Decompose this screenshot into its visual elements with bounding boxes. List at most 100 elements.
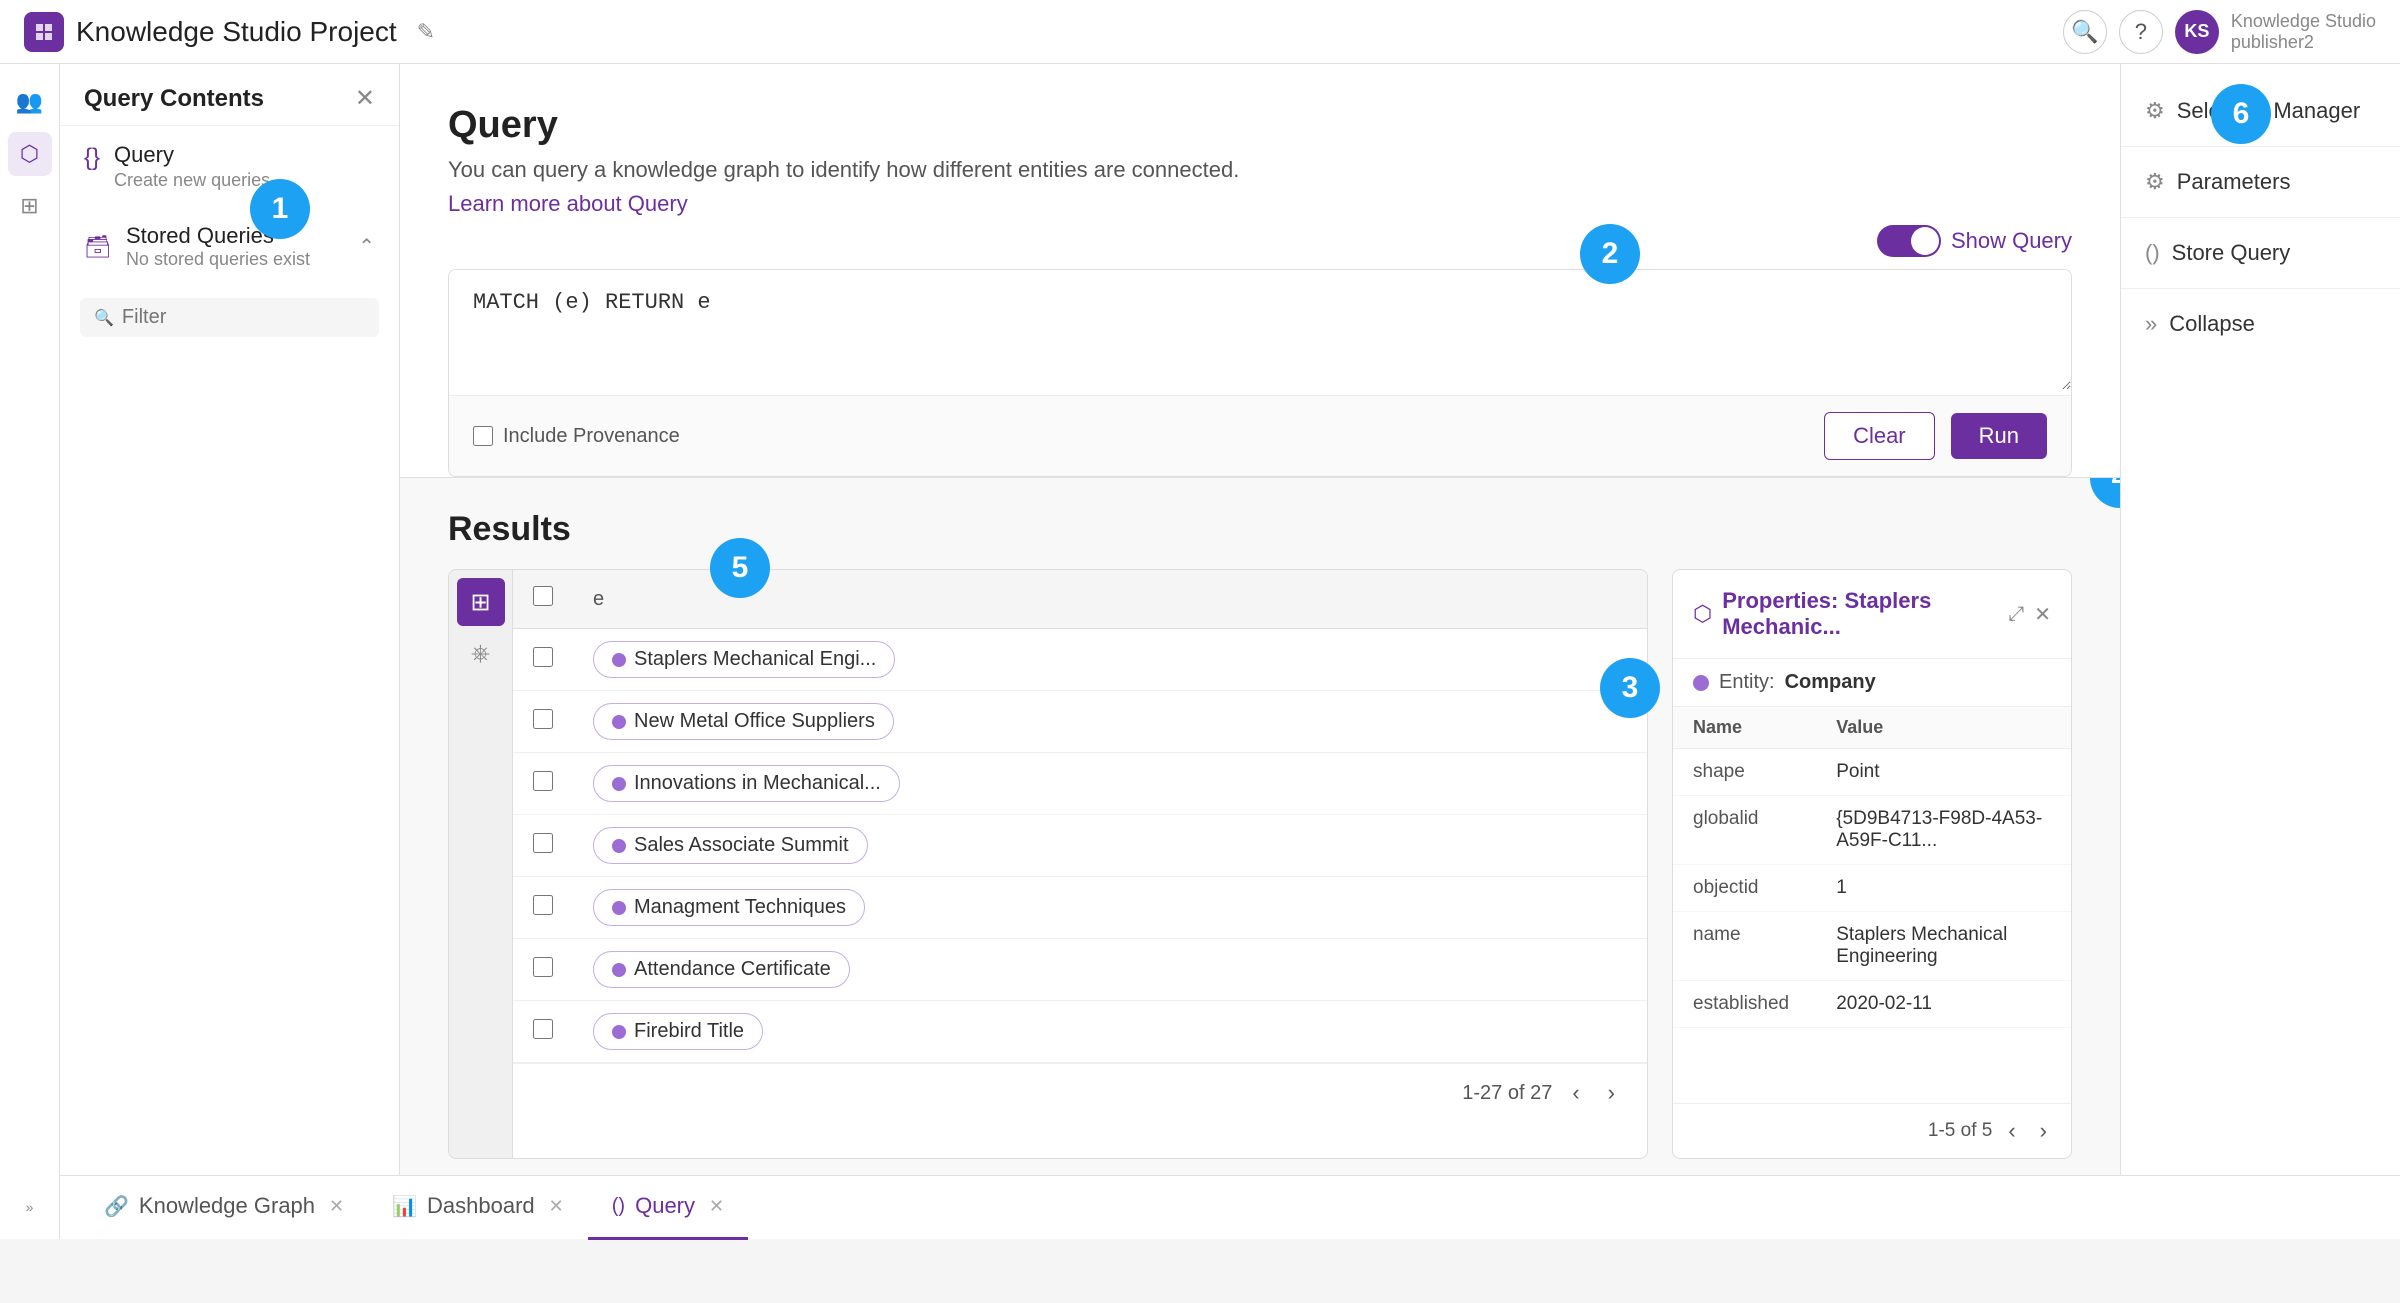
table-row[interactable]: Managment Techniques: [513, 877, 1647, 939]
stored-queries-sub: No stored queries exist: [126, 249, 344, 270]
row-checkbox[interactable]: [533, 895, 553, 915]
props-cell-name: established: [1693, 993, 1836, 1015]
store-query-icon: (): [2145, 240, 2160, 266]
props-cell-name: globalid: [1693, 808, 1836, 852]
props-next-page[interactable]: ›: [2032, 1114, 2055, 1148]
props-prev-page[interactable]: ‹: [2000, 1114, 2023, 1148]
sidebar-icon-users[interactable]: 👥: [8, 80, 52, 124]
row-checkbox[interactable]: [533, 957, 553, 977]
entity-chip-dot: [612, 777, 626, 791]
results-area: Results ⊞ ⎈ 5 3: [400, 478, 2120, 1239]
table-row[interactable]: Firebird Title: [513, 1001, 1647, 1063]
tab-query[interactable]: () Query ✕: [588, 1176, 748, 1240]
tab-knowledge-graph-close[interactable]: ✕: [329, 1196, 344, 1217]
tab-query-close[interactable]: ✕: [709, 1196, 724, 1217]
props-cell-value: Point: [1836, 761, 2051, 783]
props-col-value: Value: [1836, 717, 2051, 738]
props-table-header: Name Value: [1673, 707, 2071, 749]
filter-box: 🔍: [60, 286, 399, 349]
query-editor-wrap: MATCH (e) RETURN e Include Provenance Cl…: [448, 269, 2072, 477]
entity-chip[interactable]: Sales Associate Summit: [593, 827, 868, 864]
row-checkbox[interactable]: [533, 647, 553, 667]
table-row[interactable]: Staplers Mechanical Engi...: [513, 629, 1647, 691]
entity-chip-label: Innovations in Mechanical...: [634, 772, 881, 795]
expand-sidebar-btn[interactable]: »: [18, 1191, 42, 1223]
collapse-icon: »: [2145, 311, 2157, 337]
tab-dashboard[interactable]: 📊 Dashboard ✕: [368, 1176, 588, 1240]
right-item-selection-manager[interactable]: ⚙ Selection Manager: [2121, 80, 2400, 142]
props-row: name Staplers Mechanical Engineering: [1673, 912, 2071, 981]
app-logo: [24, 12, 64, 52]
sidebar-icon-layers[interactable]: ⬡: [8, 132, 52, 176]
query-learn-more-link[interactable]: Learn more about Query: [448, 191, 688, 216]
props-cell-value: 1: [1836, 877, 2051, 899]
stored-queries-header[interactable]: 🗃 Stored Queries No stored queries exist…: [60, 207, 399, 286]
parameters-icon: ⚙: [2145, 169, 2165, 195]
tab-dashboard-icon: 📊: [392, 1194, 417, 1219]
props-title: Properties: Staplers Mechanic...: [1722, 588, 1998, 640]
filter-input[interactable]: [122, 306, 387, 329]
table-row[interactable]: Attendance Certificate: [513, 939, 1647, 1001]
props-cell-name: shape: [1693, 761, 1836, 783]
props-close-button[interactable]: ✕: [2034, 602, 2051, 627]
entity-chip[interactable]: Firebird Title: [593, 1013, 763, 1050]
bottom-tabs: 🔗 Knowledge Graph ✕ 📊 Dashboard ✕ () Que…: [60, 1175, 2400, 1239]
query-editor[interactable]: MATCH (e) RETURN e: [449, 270, 2071, 390]
row-checkbox[interactable]: [533, 1019, 553, 1039]
table-row[interactable]: New Metal Office Suppliers: [513, 691, 1647, 753]
entity-chip[interactable]: Attendance Certificate: [593, 951, 850, 988]
props-cell-name: name: [1693, 924, 1836, 968]
row-checkbox[interactable]: [533, 771, 553, 791]
query-title: Query: [448, 104, 2072, 147]
table-row[interactable]: Innovations in Mechanical...: [513, 753, 1647, 815]
entity-chip-label: Staplers Mechanical Engi...: [634, 648, 876, 671]
edit-title-icon[interactable]: ✎: [417, 19, 435, 45]
props-cell-value: 2020-02-11: [1836, 993, 2051, 1015]
entity-chip[interactable]: New Metal Office Suppliers: [593, 703, 894, 740]
props-cell-value: {5D9B4713-F98D-4A53-A59F-C11...: [1836, 808, 2051, 852]
clear-button[interactable]: Clear: [1824, 412, 1935, 460]
include-provenance-checkbox[interactable]: [473, 426, 493, 446]
run-button[interactable]: Run: [1951, 413, 2047, 459]
right-item-parameters[interactable]: ⚙ Parameters: [2121, 151, 2400, 213]
results-page-count: 1-27 of 27: [1462, 1082, 1552, 1105]
row-checkbox[interactable]: [533, 833, 553, 853]
nav-item-query[interactable]: {} Query Create new queries: [60, 126, 399, 207]
table-row[interactable]: Sales Associate Summit: [513, 815, 1647, 877]
graph-view-button[interactable]: ⎈: [457, 630, 505, 678]
table-view-button[interactable]: ⊞: [457, 578, 505, 626]
right-item-collapse[interactable]: » Collapse: [2121, 293, 2400, 355]
entity-chip-dot: [612, 1025, 626, 1039]
entity-chip[interactable]: Innovations in Mechanical...: [593, 765, 900, 802]
stored-queries-label: Stored Queries: [126, 223, 344, 249]
results-prev-page[interactable]: ‹: [1564, 1076, 1587, 1110]
help-button[interactable]: ?: [2119, 10, 2163, 54]
props-col-name: Name: [1693, 717, 1836, 738]
entity-chip[interactable]: Staplers Mechanical Engi...: [593, 641, 895, 678]
entity-chip-dot: [612, 963, 626, 977]
entity-chip-dot: [612, 653, 626, 667]
results-pagination: 1-27 of 27 ‹ ›: [513, 1063, 1647, 1122]
close-panel-button[interactable]: ✕: [355, 84, 375, 113]
tab-knowledge-graph[interactable]: 🔗 Knowledge Graph ✕: [80, 1176, 368, 1240]
right-item-store-query[interactable]: () Store Query: [2121, 222, 2400, 284]
entity-chip-label: Managment Techniques: [634, 896, 846, 919]
props-expand-button[interactable]: ⤢: [2008, 603, 2024, 626]
stored-queries-chevron[interactable]: ⌃: [358, 234, 375, 259]
properties-panel: ⬡ Properties: Staplers Mechanic... ⤢ ✕ E…: [1672, 569, 2072, 1159]
right-divider-3: [2121, 288, 2400, 289]
sidebar-icon-grid[interactable]: ⊞: [8, 184, 52, 228]
entity-label: Entity:: [1719, 671, 1775, 694]
tab-dashboard-close[interactable]: ✕: [549, 1196, 564, 1217]
entity-row: Entity: Company: [1673, 659, 2071, 707]
props-row: objectid 1: [1673, 865, 2071, 912]
show-query-toggle[interactable]: Show Query: [1877, 225, 2072, 257]
include-provenance-label[interactable]: Include Provenance: [473, 425, 680, 448]
row-checkbox[interactable]: [533, 709, 553, 729]
entity-chip[interactable]: Managment Techniques: [593, 889, 865, 926]
tab-knowledge-graph-icon: 🔗: [104, 1194, 129, 1219]
select-all-checkbox[interactable]: [533, 586, 553, 606]
toggle-switch[interactable]: [1877, 225, 1941, 257]
results-next-page[interactable]: ›: [1600, 1076, 1623, 1110]
search-button[interactable]: 🔍: [2063, 10, 2107, 54]
